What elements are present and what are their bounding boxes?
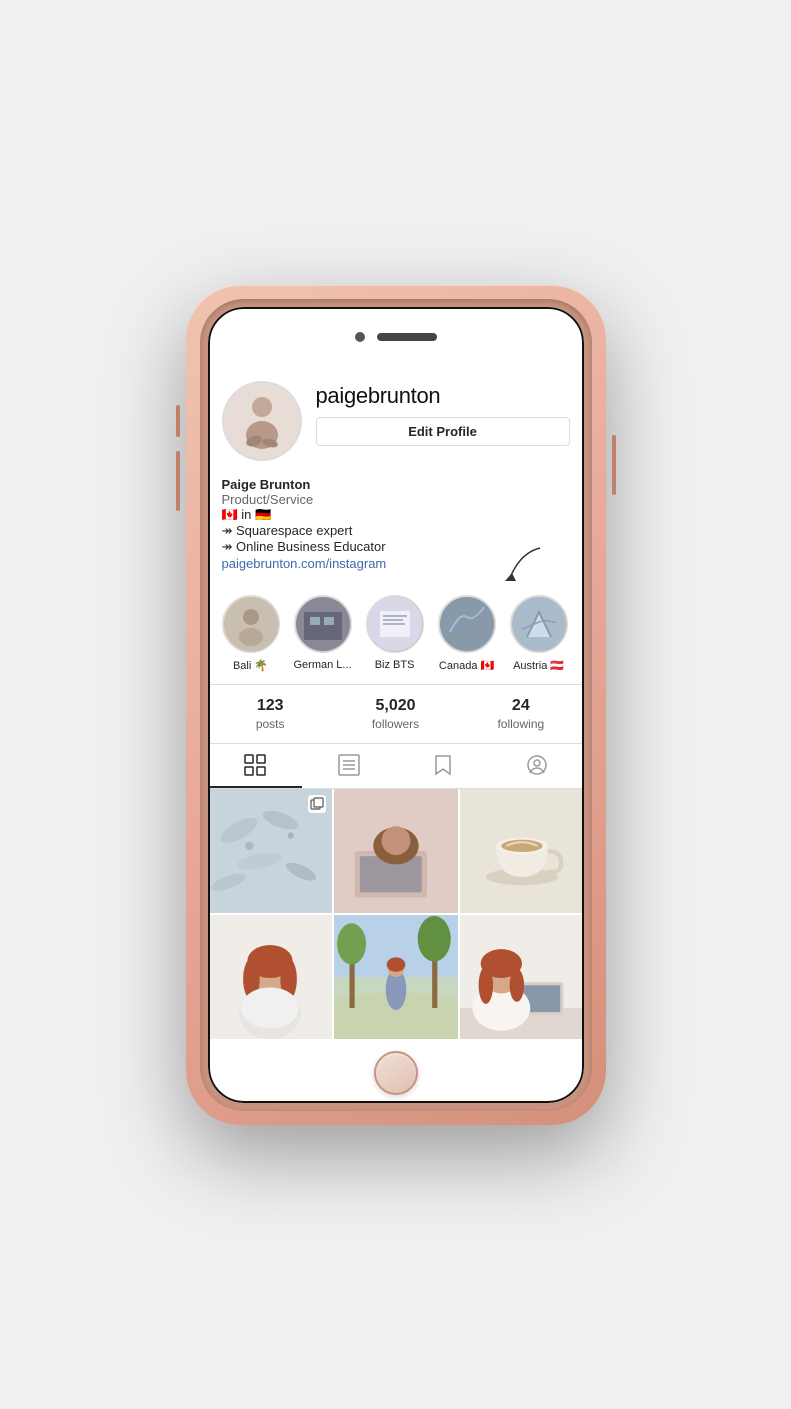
volume-buttons — [176, 405, 180, 511]
highlight-item[interactable]: German L... — [294, 595, 352, 672]
photo-grid — [208, 789, 584, 1039]
bottom-bezel — [208, 1043, 584, 1103]
highlight-label: Austria 🇦🇹 — [513, 659, 564, 672]
highlight-circle — [510, 595, 568, 653]
tab-saved[interactable] — [396, 744, 490, 788]
highlight-circle — [582, 595, 584, 653]
location-line: 🇨🇦 in 🇩🇪 — [222, 507, 570, 523]
screen-content[interactable]: paigebrunton Edit Profile Paige Brunton … — [208, 367, 584, 1043]
highlight-circle — [222, 595, 280, 653]
highlight-circle — [294, 595, 352, 653]
multiple-photos-icon — [310, 797, 324, 811]
website-link[interactable]: paigebrunton.com/instagram — [222, 556, 387, 571]
posts-label: posts — [256, 717, 285, 731]
tab-tagged[interactable] — [490, 744, 584, 788]
followers-count: 5,020 — [375, 697, 415, 715]
highlight-item[interactable]: Biz BTS — [366, 595, 424, 672]
posts-count: 123 — [257, 697, 284, 715]
photo-3 — [460, 789, 584, 913]
volume-down-button — [176, 451, 180, 511]
grid-cell-1[interactable] — [208, 789, 332, 913]
person-tag-icon — [526, 754, 548, 776]
highlight-label: Bali 🌴 — [233, 659, 268, 672]
feed-icon — [338, 754, 360, 776]
phone-screen: paigebrunton Edit Profile Paige Brunton … — [208, 307, 584, 1103]
home-button[interactable] — [374, 1051, 418, 1095]
highlight-item[interactable]: Austria 🇦🇹 — [510, 595, 568, 672]
following-label: following — [497, 717, 544, 731]
photo-4 — [208, 915, 332, 1039]
grid-cell-6[interactable] — [460, 915, 584, 1039]
highlight-label: Biz BTS — [375, 659, 415, 671]
location-text: 🇨🇦 in 🇩🇪 — [222, 507, 272, 523]
highlight-item[interactable]: France 🇫🇷 — [582, 595, 584, 672]
bookmark-icon — [432, 754, 454, 776]
following-count: 24 — [512, 697, 530, 715]
grid-cell-4[interactable] — [208, 915, 332, 1039]
grid-cell-2[interactable] — [334, 789, 458, 913]
full-name: Paige Brunton — [222, 477, 570, 492]
stat-following[interactable]: 24 following — [458, 697, 583, 731]
earpiece-speaker — [377, 333, 437, 341]
phone-inner: paigebrunton Edit Profile Paige Brunton … — [200, 299, 592, 1111]
avatar — [222, 381, 302, 461]
profile-header: paigebrunton Edit Profile — [208, 367, 584, 471]
highlight-circle — [366, 595, 424, 653]
username: paigebrunton — [316, 383, 570, 409]
phone-device: paigebrunton Edit Profile Paige Brunton … — [186, 285, 606, 1125]
grid-icon — [244, 754, 266, 776]
highlight-item[interactable]: Bali 🌴 — [222, 595, 280, 672]
highlight-circle — [438, 595, 496, 653]
volume-up-button — [176, 405, 180, 437]
photo-2 — [334, 789, 458, 913]
highlight-label: German L... — [294, 659, 352, 671]
photo-6 — [460, 915, 584, 1039]
front-camera — [355, 332, 365, 342]
top-bezel — [208, 307, 584, 367]
profile-info: paigebrunton Edit Profile — [316, 381, 570, 446]
highlights-row: Bali 🌴 German L... Biz BTS — [208, 583, 584, 684]
power-button — [612, 435, 616, 495]
category: Product/Service — [222, 492, 570, 507]
bio-line-1: ↠ Squarespace expert — [222, 523, 570, 539]
grid-cell-3[interactable] — [460, 789, 584, 913]
followers-label: followers — [372, 717, 419, 731]
stat-posts[interactable]: 123 posts — [208, 697, 333, 731]
avatar-image — [224, 383, 300, 459]
tab-feed[interactable] — [302, 744, 396, 788]
arrow-svg — [480, 543, 560, 593]
highlight-label: Canada 🇨🇦 — [439, 659, 494, 672]
tabs-row — [208, 744, 584, 789]
stat-followers[interactable]: 5,020 followers — [333, 697, 458, 731]
stats-row: 123 posts 5,020 followers 24 following — [208, 684, 584, 744]
multi-photo-icon — [308, 795, 326, 813]
avatar-wrap — [222, 381, 302, 461]
edit-profile-button[interactable]: Edit Profile — [316, 417, 570, 446]
bio-section: Paige Brunton Product/Service 🇨🇦 in 🇩🇪 ↠… — [208, 471, 584, 583]
grid-cell-5[interactable] — [334, 915, 458, 1039]
highlight-item[interactable]: Canada 🇨🇦 — [438, 595, 496, 672]
photo-5 — [334, 915, 458, 1039]
tab-grid[interactable] — [208, 744, 302, 788]
